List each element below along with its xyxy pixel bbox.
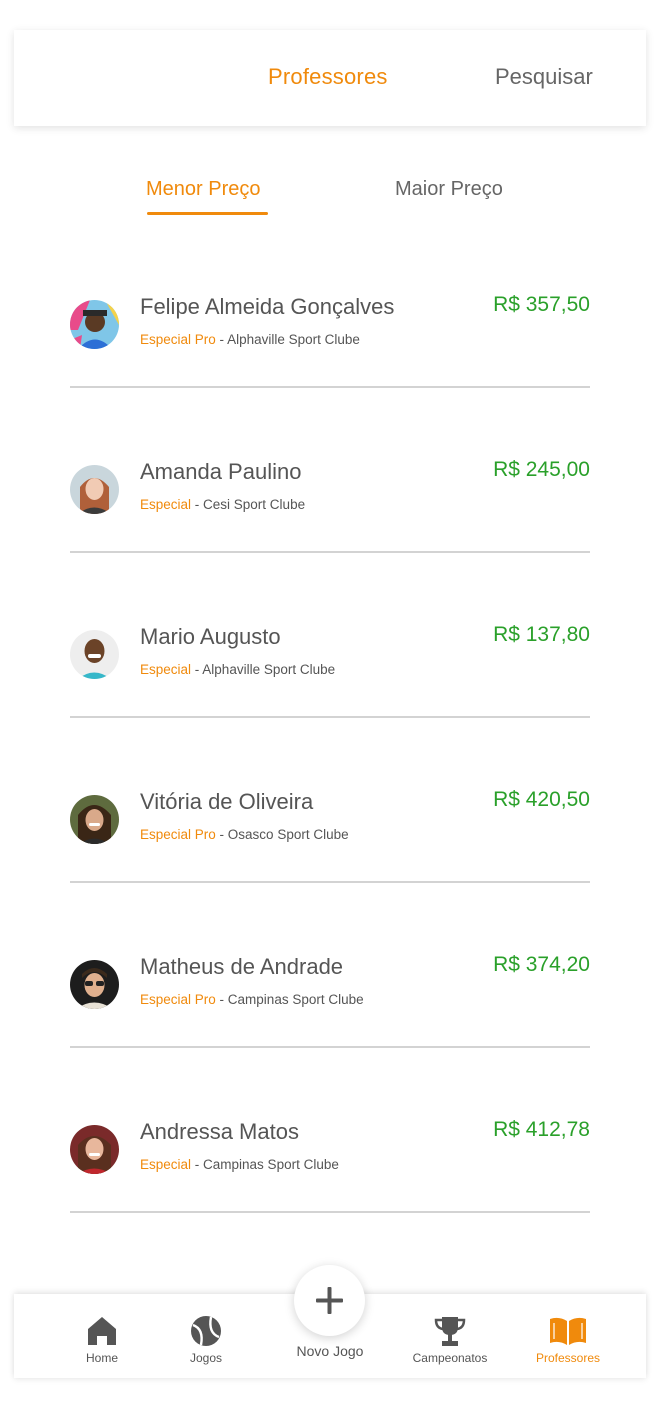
nav-professores-label: Professores	[535, 1351, 601, 1365]
nav-home-label: Home	[85, 1351, 118, 1365]
teacher-price: R$ 420,50	[493, 788, 590, 811]
new-game-button[interactable]	[294, 1265, 365, 1336]
tab-highest-price[interactable]: Maior Preço	[395, 178, 503, 201]
active-tab-indicator	[147, 212, 268, 215]
teacher-details: Especial Pro - Alphaville Sport Clube	[140, 332, 360, 347]
nav-campeonatos[interactable]: Campeonatos	[404, 1294, 496, 1378]
teacher-club: Osasco Sport Clube	[227, 827, 349, 842]
nav-campeonatos-label: Campeonatos	[412, 1351, 488, 1365]
teacher-club: Cesi Sport Clube	[203, 497, 306, 512]
teacher-name: Matheus de Andrade	[140, 954, 344, 979]
teacher-name: Amanda Paulino	[140, 459, 302, 484]
separator: -	[215, 332, 228, 347]
teacher-details: Especial - Cesi Sport Clube	[140, 497, 305, 512]
separator: -	[191, 497, 204, 512]
nav-home[interactable]: Home	[62, 1294, 142, 1378]
teacher-row[interactable]: Mario Augusto Especial - Alphaville Spor…	[70, 600, 590, 725]
teacher-level: Especial	[140, 662, 192, 677]
teacher-details: Especial Pro - Osasco Sport Clube	[140, 827, 349, 842]
teacher-price: R$ 137,80	[493, 623, 590, 646]
tennis-ball-icon	[191, 1316, 221, 1346]
search-button[interactable]: Pesquisar	[495, 64, 593, 90]
avatar	[70, 630, 119, 679]
teacher-level: Especial Pro	[140, 827, 216, 842]
teacher-price: R$ 245,00	[493, 458, 590, 481]
teacher-level: Especial	[140, 497, 192, 512]
teacher-level: Especial Pro	[140, 992, 216, 1007]
separator: -	[191, 1157, 204, 1172]
avatar	[70, 465, 119, 514]
teacher-row[interactable]: Andressa Matos Especial - Campinas Sport…	[70, 1095, 590, 1220]
teacher-price: R$ 374,20	[493, 953, 590, 976]
avatar	[70, 1125, 119, 1174]
teacher-club: Alphaville Sport Clube	[202, 662, 336, 677]
teacher-details: Especial - Alphaville Sport Clube	[140, 662, 335, 677]
open-book-icon	[550, 1317, 586, 1345]
top-header: Professores Pesquisar	[14, 30, 646, 126]
home-icon	[88, 1317, 116, 1345]
teacher-details: Especial Pro - Campinas Sport Clube	[140, 992, 364, 1007]
teacher-details: Especial - Campinas Sport Clube	[140, 1157, 339, 1172]
separator: -	[191, 662, 203, 677]
teacher-name: Vitória de Oliveira	[140, 789, 314, 814]
avatar	[70, 795, 119, 844]
new-game-label: Novo Jogo	[296, 1343, 364, 1359]
teacher-row[interactable]: Vitória de Oliveira Especial Pro - Osasc…	[70, 765, 590, 890]
separator: -	[215, 827, 228, 842]
nav-professores[interactable]: Professores	[522, 1294, 614, 1378]
teacher-name: Andressa Matos	[140, 1119, 299, 1144]
teacher-row[interactable]: Matheus de Andrade Especial Pro - Campin…	[70, 930, 590, 1055]
teacher-name: Mario Augusto	[140, 624, 281, 649]
teacher-level: Especial Pro	[140, 332, 216, 347]
teacher-price: R$ 412,78	[493, 1118, 590, 1141]
teacher-level: Especial	[140, 1157, 192, 1172]
avatar	[70, 960, 119, 1009]
teacher-row[interactable]: Felipe Almeida Gonçalves Especial Pro - …	[70, 270, 590, 395]
nav-jogos[interactable]: Jogos	[166, 1294, 246, 1378]
tab-lowest-price[interactable]: Menor Preço	[146, 178, 261, 201]
teacher-club: Campinas Sport Clube	[227, 992, 364, 1007]
divider	[70, 1046, 590, 1048]
teacher-club: Campinas Sport Clube	[203, 1157, 339, 1172]
trophy-icon	[434, 1317, 466, 1346]
teacher-price: R$ 357,50	[493, 293, 590, 316]
avatar	[70, 300, 119, 349]
divider	[70, 1211, 590, 1213]
divider	[70, 386, 590, 388]
teacher-row[interactable]: Amanda Paulino Especial - Cesi Sport Clu…	[70, 435, 590, 560]
divider	[70, 716, 590, 718]
divider	[70, 881, 590, 883]
divider	[70, 551, 590, 553]
teacher-name: Felipe Almeida Gonçalves	[140, 294, 395, 319]
nav-jogos-label: Jogos	[189, 1351, 223, 1365]
plus-icon	[316, 1287, 343, 1314]
page-title: Professores	[268, 64, 388, 89]
separator: -	[215, 992, 228, 1007]
teacher-club: Alphaville Sport Clube	[227, 332, 360, 347]
